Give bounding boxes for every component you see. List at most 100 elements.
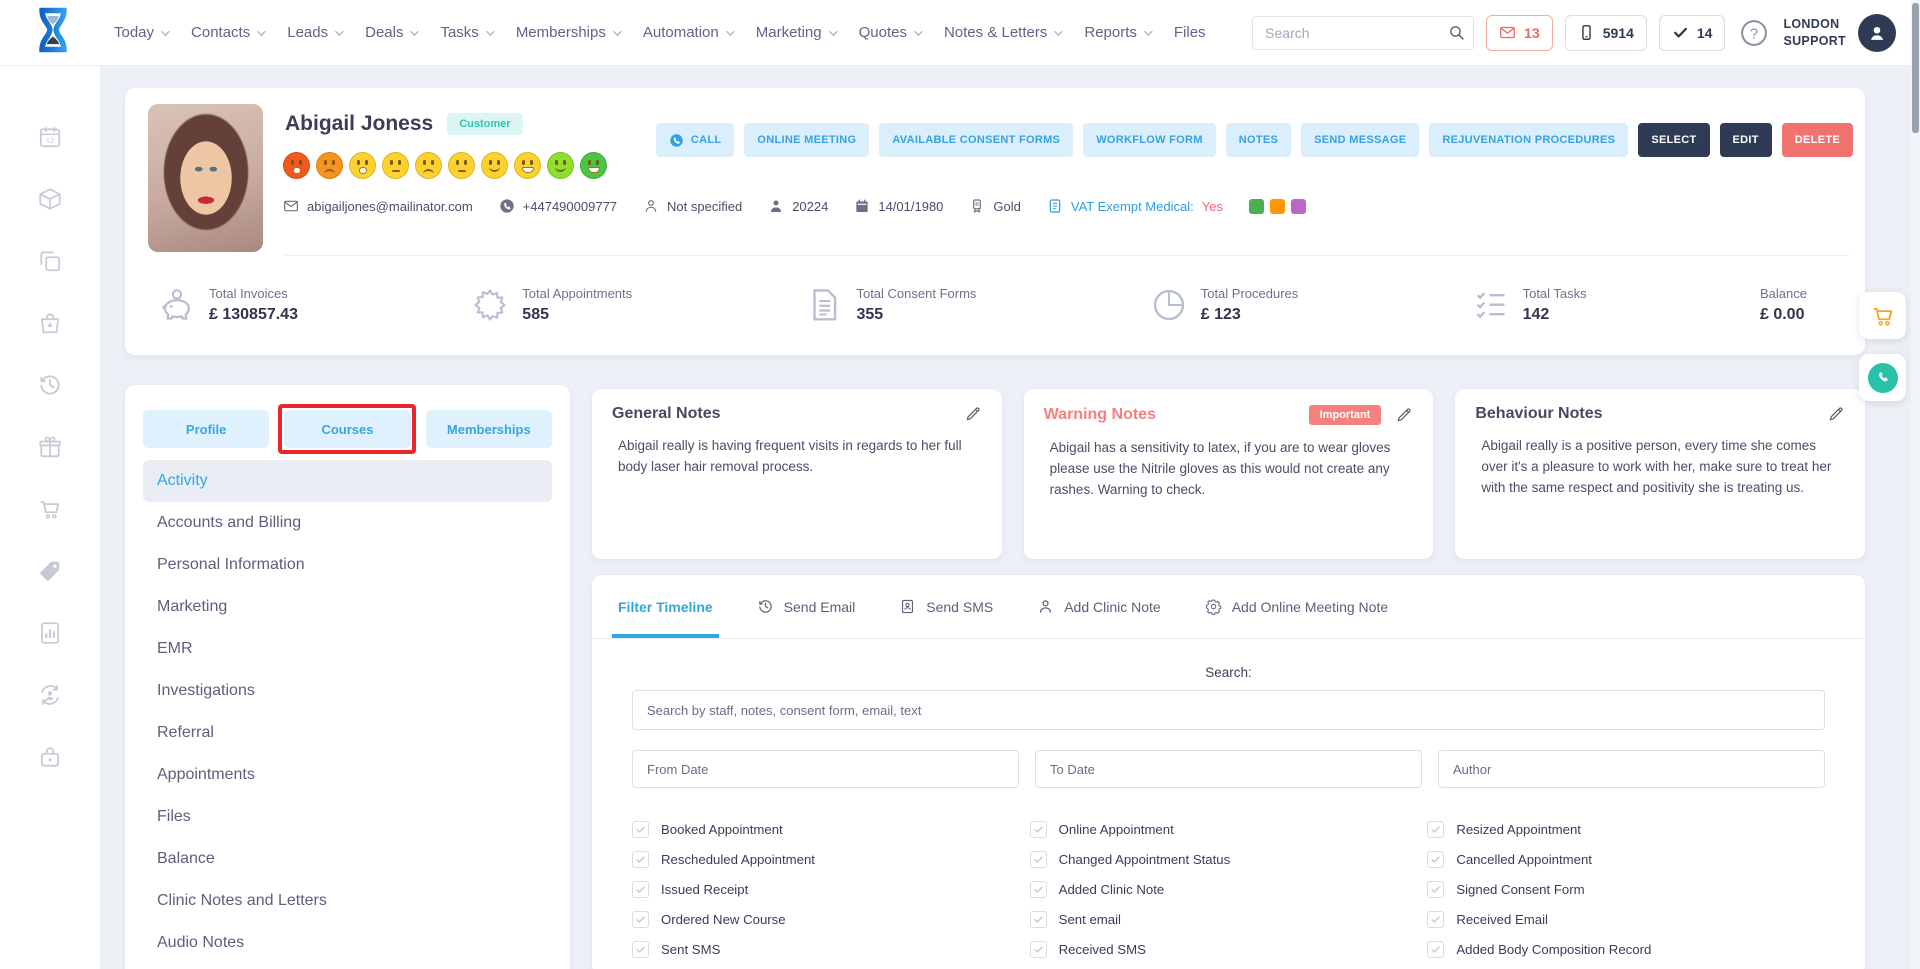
profile-menu-item[interactable]: Balance — [143, 838, 552, 880]
profile-menu-item[interactable]: Activity — [143, 460, 552, 502]
nav-item[interactable]: Quotes — [859, 24, 920, 41]
filter-checkbox[interactable] — [1427, 821, 1444, 838]
nav-item[interactable]: Automation — [643, 24, 732, 41]
nav-item[interactable]: Marketing — [756, 24, 835, 41]
action-button[interactable]: CALL — [656, 123, 735, 157]
profile-tab[interactable]: Memberships — [426, 410, 552, 448]
profile-menu-item[interactable]: Referral — [143, 712, 552, 754]
filter-checkbox[interactable] — [1427, 941, 1444, 958]
help-button[interactable] — [1737, 16, 1771, 50]
contact-item[interactable]: Gold — [969, 198, 1020, 214]
nav-item[interactable]: Files — [1174, 24, 1206, 41]
nav-item[interactable]: Tasks — [440, 24, 491, 41]
contact-item[interactable]: 20224 — [768, 198, 828, 214]
history-icon[interactable] — [37, 372, 63, 398]
mood-face[interactable] — [580, 152, 607, 179]
filter-checkbox[interactable] — [1427, 911, 1444, 928]
profile-menu-item[interactable]: Drinks — [143, 964, 552, 969]
timeline-tab[interactable]: Add Online Meeting Note — [1205, 575, 1388, 638]
profile-menu-item[interactable]: Accounts and Billing — [143, 502, 552, 544]
pencil-icon[interactable] — [1827, 405, 1845, 423]
timeline-tab[interactable]: Send Email — [757, 575, 856, 638]
nav-item[interactable]: Notes & Letters — [944, 24, 1060, 41]
cart-icon[interactable] — [37, 496, 63, 522]
mood-face[interactable] — [448, 152, 475, 179]
filter-checkbox[interactable] — [632, 911, 649, 928]
messages-badge-button[interactable]: 13 — [1486, 15, 1553, 51]
mood-face[interactable] — [514, 152, 541, 179]
action-button[interactable]: REJUVENATION PROCEDURES — [1429, 123, 1628, 157]
contact-item[interactable]: abigailjones@mailinator.com — [283, 198, 473, 214]
delete-button[interactable]: DELETE — [1782, 123, 1853, 157]
profile-menu-item[interactable]: Personal Information — [143, 544, 552, 586]
profile-menu-item[interactable]: Files — [143, 796, 552, 838]
filter-checkbox[interactable] — [1030, 851, 1047, 868]
action-button[interactable]: SEND MESSAGE — [1301, 123, 1419, 157]
filter-checkbox[interactable] — [1427, 851, 1444, 868]
price-tag-icon[interactable] — [37, 558, 63, 584]
nav-item[interactable]: Memberships — [516, 24, 619, 41]
profile-menu-item[interactable]: Investigations — [143, 670, 552, 712]
search-icon[interactable] — [1448, 24, 1465, 41]
user-avatar[interactable] — [1858, 14, 1896, 52]
nav-item[interactable]: Deals — [365, 24, 416, 41]
nav-item[interactable]: Today — [114, 24, 167, 41]
mood-face[interactable] — [316, 152, 343, 179]
action-button-dark[interactable]: EDIT — [1720, 123, 1772, 157]
contact-item[interactable]: +447490009777 — [499, 198, 617, 214]
search-input[interactable] — [1252, 16, 1474, 50]
profile-menu-item[interactable]: Appointments — [143, 754, 552, 796]
from-date-input[interactable] — [632, 750, 1019, 788]
nav-item[interactable]: Reports — [1084, 24, 1150, 41]
timeline-tab[interactable]: Filter Timeline — [618, 575, 713, 638]
bag-icon[interactable] — [37, 310, 63, 336]
timeline-tab[interactable]: Add Clinic Note — [1037, 575, 1161, 638]
pencil-icon[interactable] — [964, 405, 982, 423]
mini-cart-button[interactable] — [1859, 292, 1906, 339]
package-icon[interactable] — [37, 186, 63, 212]
filter-checkbox[interactable] — [632, 851, 649, 868]
action-button-dark[interactable]: SELECT — [1638, 123, 1709, 157]
to-date-input[interactable] — [1035, 750, 1422, 788]
profile-tab[interactable]: Courses — [284, 410, 410, 448]
sms-credit-badge-button[interactable]: 5914 — [1565, 15, 1647, 51]
mood-face[interactable] — [547, 152, 574, 179]
mood-face[interactable] — [415, 152, 442, 179]
mood-face[interactable] — [349, 152, 376, 179]
filter-checkbox[interactable] — [1030, 941, 1047, 958]
timeline-search-input[interactable] — [632, 690, 1825, 730]
filter-checkbox[interactable] — [632, 821, 649, 838]
gift-icon[interactable] — [37, 434, 63, 460]
mood-face[interactable] — [382, 152, 409, 179]
filter-checkbox[interactable] — [1030, 911, 1047, 928]
mood-face[interactable] — [481, 152, 508, 179]
action-button[interactable]: AVAILABLE CONSENT FORMS — [879, 123, 1073, 157]
filter-checkbox[interactable] — [1030, 881, 1047, 898]
report-icon[interactable] — [37, 620, 63, 646]
copy-icon[interactable] — [37, 248, 63, 274]
profile-tab[interactable]: Profile — [143, 410, 269, 448]
profile-menu-item[interactable]: Clinic Notes and Letters — [143, 880, 552, 922]
nav-item[interactable]: Contacts — [191, 24, 263, 41]
profile-menu-item[interactable]: EMR — [143, 628, 552, 670]
user-sync-icon[interactable] — [37, 682, 63, 708]
filter-checkbox[interactable] — [1030, 821, 1047, 838]
filter-checkbox[interactable] — [1427, 881, 1444, 898]
nav-item[interactable]: Leads — [287, 24, 341, 41]
contact-item[interactable]: 14/01/1980 — [854, 198, 943, 214]
pencil-icon[interactable] — [1395, 406, 1413, 424]
app-logo-hourglass-icon[interactable] — [28, 5, 78, 60]
tasks-badge-button[interactable]: 14 — [1659, 15, 1726, 51]
action-button[interactable]: WORKFLOW FORM — [1083, 123, 1216, 157]
profile-menu-item[interactable]: Marketing — [143, 586, 552, 628]
calendar-icon[interactable] — [37, 124, 63, 150]
mood-face[interactable] — [283, 152, 310, 179]
action-button[interactable]: ONLINE MEETING — [744, 123, 869, 157]
contact-item[interactable]: Not specified — [643, 198, 742, 214]
filter-checkbox[interactable] — [632, 881, 649, 898]
profile-menu-item[interactable]: Audio Notes — [143, 922, 552, 964]
call-widget-button[interactable] — [1859, 354, 1906, 401]
filter-checkbox[interactable] — [632, 941, 649, 958]
author-input[interactable] — [1438, 750, 1825, 788]
timeline-tab[interactable]: Send SMS — [899, 575, 993, 638]
